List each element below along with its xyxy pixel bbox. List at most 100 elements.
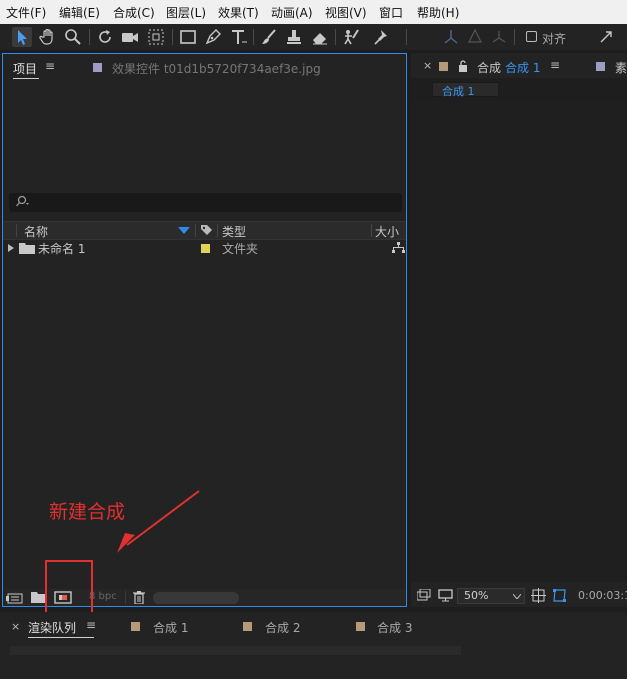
resolution-grid-icon[interactable] — [531, 588, 546, 603]
toolbar-divider — [406, 29, 407, 45]
viewer-footer: 50% 0:00:03:1 — [411, 585, 627, 607]
column-divider — [16, 224, 17, 237]
expand-icon[interactable] — [596, 27, 616, 47]
toolbar-divider — [253, 29, 254, 45]
menu-layer[interactable]: 图层(L) — [166, 4, 206, 21]
menu-animation[interactable]: 动画(A) — [271, 4, 313, 21]
comp-color-chip — [356, 622, 365, 631]
breadcrumb[interactable]: 合成 1 — [432, 82, 499, 98]
close-icon[interactable]: × — [423, 59, 432, 72]
timeline-tab-1[interactable]: 合成 1 — [153, 619, 188, 636]
chevron-down-icon — [513, 594, 521, 599]
search-icon — [16, 195, 29, 207]
puppet-pin-tool-icon[interactable] — [372, 27, 392, 47]
menu-window[interactable]: 窗口 — [379, 4, 403, 21]
timeline-tab-3[interactable]: 合成 3 — [377, 619, 412, 636]
footage-tab[interactable]: 素 — [615, 59, 627, 76]
lock-icon[interactable] — [458, 60, 468, 72]
local-axis-icon[interactable] — [441, 27, 461, 47]
menu-composition[interactable]: 合成(C) — [113, 4, 155, 21]
new-folder-icon[interactable] — [31, 591, 46, 603]
footer-divider — [125, 591, 126, 604]
item-name: 未命名 1 — [38, 242, 86, 256]
trash-icon[interactable] — [133, 591, 145, 604]
close-icon[interactable]: × — [11, 620, 20, 633]
footage-color-chip — [596, 62, 605, 71]
column-divider — [217, 224, 218, 237]
toolbar-divider — [514, 29, 515, 45]
comp-viewer[interactable] — [411, 102, 627, 582]
interpret-footage-icon[interactable] — [6, 591, 24, 604]
column-header: 名称 类型 大小 — [3, 221, 406, 240]
effects-tab-color-chip — [93, 63, 102, 72]
column-size[interactable]: 大小 — [375, 223, 399, 240]
label-color-chip[interactable] — [201, 244, 210, 253]
sort-descending-icon[interactable] — [178, 227, 190, 234]
horizontal-scrollbar[interactable] — [153, 592, 239, 604]
toolbar-divider — [89, 29, 90, 45]
comp-color-chip — [439, 62, 448, 71]
highlight-box — [45, 560, 93, 620]
roto-brush-tool-icon[interactable] — [341, 27, 361, 47]
render-queue-tab[interactable]: 渲染队列 — [28, 619, 76, 636]
mask-visibility-icon[interactable] — [552, 588, 567, 603]
rectangle-tool-icon[interactable] — [178, 27, 198, 47]
menu-file[interactable]: 文件(F) — [6, 4, 46, 21]
camera-tool-icon[interactable] — [120, 27, 140, 47]
timecode[interactable]: 0:00:03:1 — [578, 589, 627, 602]
bpc-label[interactable]: 8 bpc — [89, 591, 117, 602]
list-item[interactable]: 未命名 1 文件夹 — [3, 239, 406, 257]
text-tool-icon[interactable] — [228, 27, 248, 47]
column-divider — [371, 224, 372, 237]
brush-tool-icon[interactable] — [259, 27, 279, 47]
active-tab-underline — [13, 78, 39, 79]
eraser-tool-icon[interactable] — [310, 27, 330, 47]
menu-view[interactable]: 视图(V) — [325, 4, 367, 21]
project-panel: 项目 ≡ 效果控件 t01d1b5720f734aef3e.jpg 名称 类型 … — [2, 53, 407, 620]
selection-tool-icon[interactable] — [12, 27, 32, 47]
comp-color-chip — [243, 622, 252, 631]
composition-panel: × 合成 合成 1 ≡ 素 合成 1 50% 0:00:03:1 — [411, 53, 627, 607]
menu-effect[interactable]: 效果(T) — [218, 4, 259, 21]
breadcrumb-bar: 合成 1 — [411, 78, 627, 102]
flowchart-icon[interactable] — [392, 242, 405, 253]
column-type[interactable]: 类型 — [222, 223, 246, 240]
zoom-dropdown[interactable]: 50% — [457, 588, 525, 604]
timeline-tab-2[interactable]: 合成 2 — [265, 619, 300, 636]
folder-icon — [19, 243, 35, 254]
timeline-strip — [10, 646, 461, 655]
align-label: 对齐 — [542, 32, 567, 46]
pan-behind-tool-icon[interactable] — [146, 27, 166, 47]
comp-tab-name[interactable]: 合成 1 — [505, 59, 540, 76]
panel-menu-icon[interactable]: ≡ — [550, 58, 560, 72]
align-checkbox[interactable] — [526, 31, 537, 42]
monitor-icon[interactable] — [438, 589, 453, 602]
active-tab-underline — [28, 637, 94, 638]
hand-tool-icon[interactable] — [38, 27, 58, 47]
item-type: 文件夹 — [222, 242, 259, 256]
column-name[interactable]: 名称 — [24, 223, 48, 240]
menu-help[interactable]: 帮助(H) — [417, 4, 459, 21]
menu-edit[interactable]: 编辑(E) — [59, 4, 100, 21]
annotation-arrow — [117, 490, 200, 553]
effects-controls-tab[interactable]: 效果控件 t01d1b5720f734aef3e.jpg — [112, 60, 321, 77]
clone-stamp-tool-icon[interactable] — [284, 27, 304, 47]
search-input[interactable] — [9, 193, 402, 212]
zoom-value: 50% — [464, 589, 489, 602]
snapshot-icon[interactable] — [417, 589, 431, 602]
rotate-tool-icon[interactable] — [95, 27, 115, 47]
pen-tool-icon[interactable] — [203, 27, 223, 47]
expand-arrow-icon[interactable] — [8, 244, 14, 252]
view-axis-icon[interactable] — [489, 27, 509, 47]
column-divider — [195, 224, 196, 237]
label-tag-icon[interactable] — [200, 224, 213, 237]
comp-color-chip — [131, 622, 140, 631]
zoom-tool-icon[interactable] — [63, 27, 83, 47]
menu-bar: 文件(F) 编辑(E) 合成(C) 图层(L) 效果(T) 动画(A) 视图(V… — [0, 0, 627, 24]
toolbar-divider — [335, 29, 336, 45]
world-axis-icon[interactable] — [465, 27, 485, 47]
panel-menu-icon[interactable]: ≡ — [45, 59, 55, 73]
project-tab[interactable]: 项目 — [13, 60, 37, 77]
panel-menu-icon[interactable]: ≡ — [86, 618, 96, 632]
comp-tab-prefix[interactable]: 合成 — [477, 59, 501, 76]
